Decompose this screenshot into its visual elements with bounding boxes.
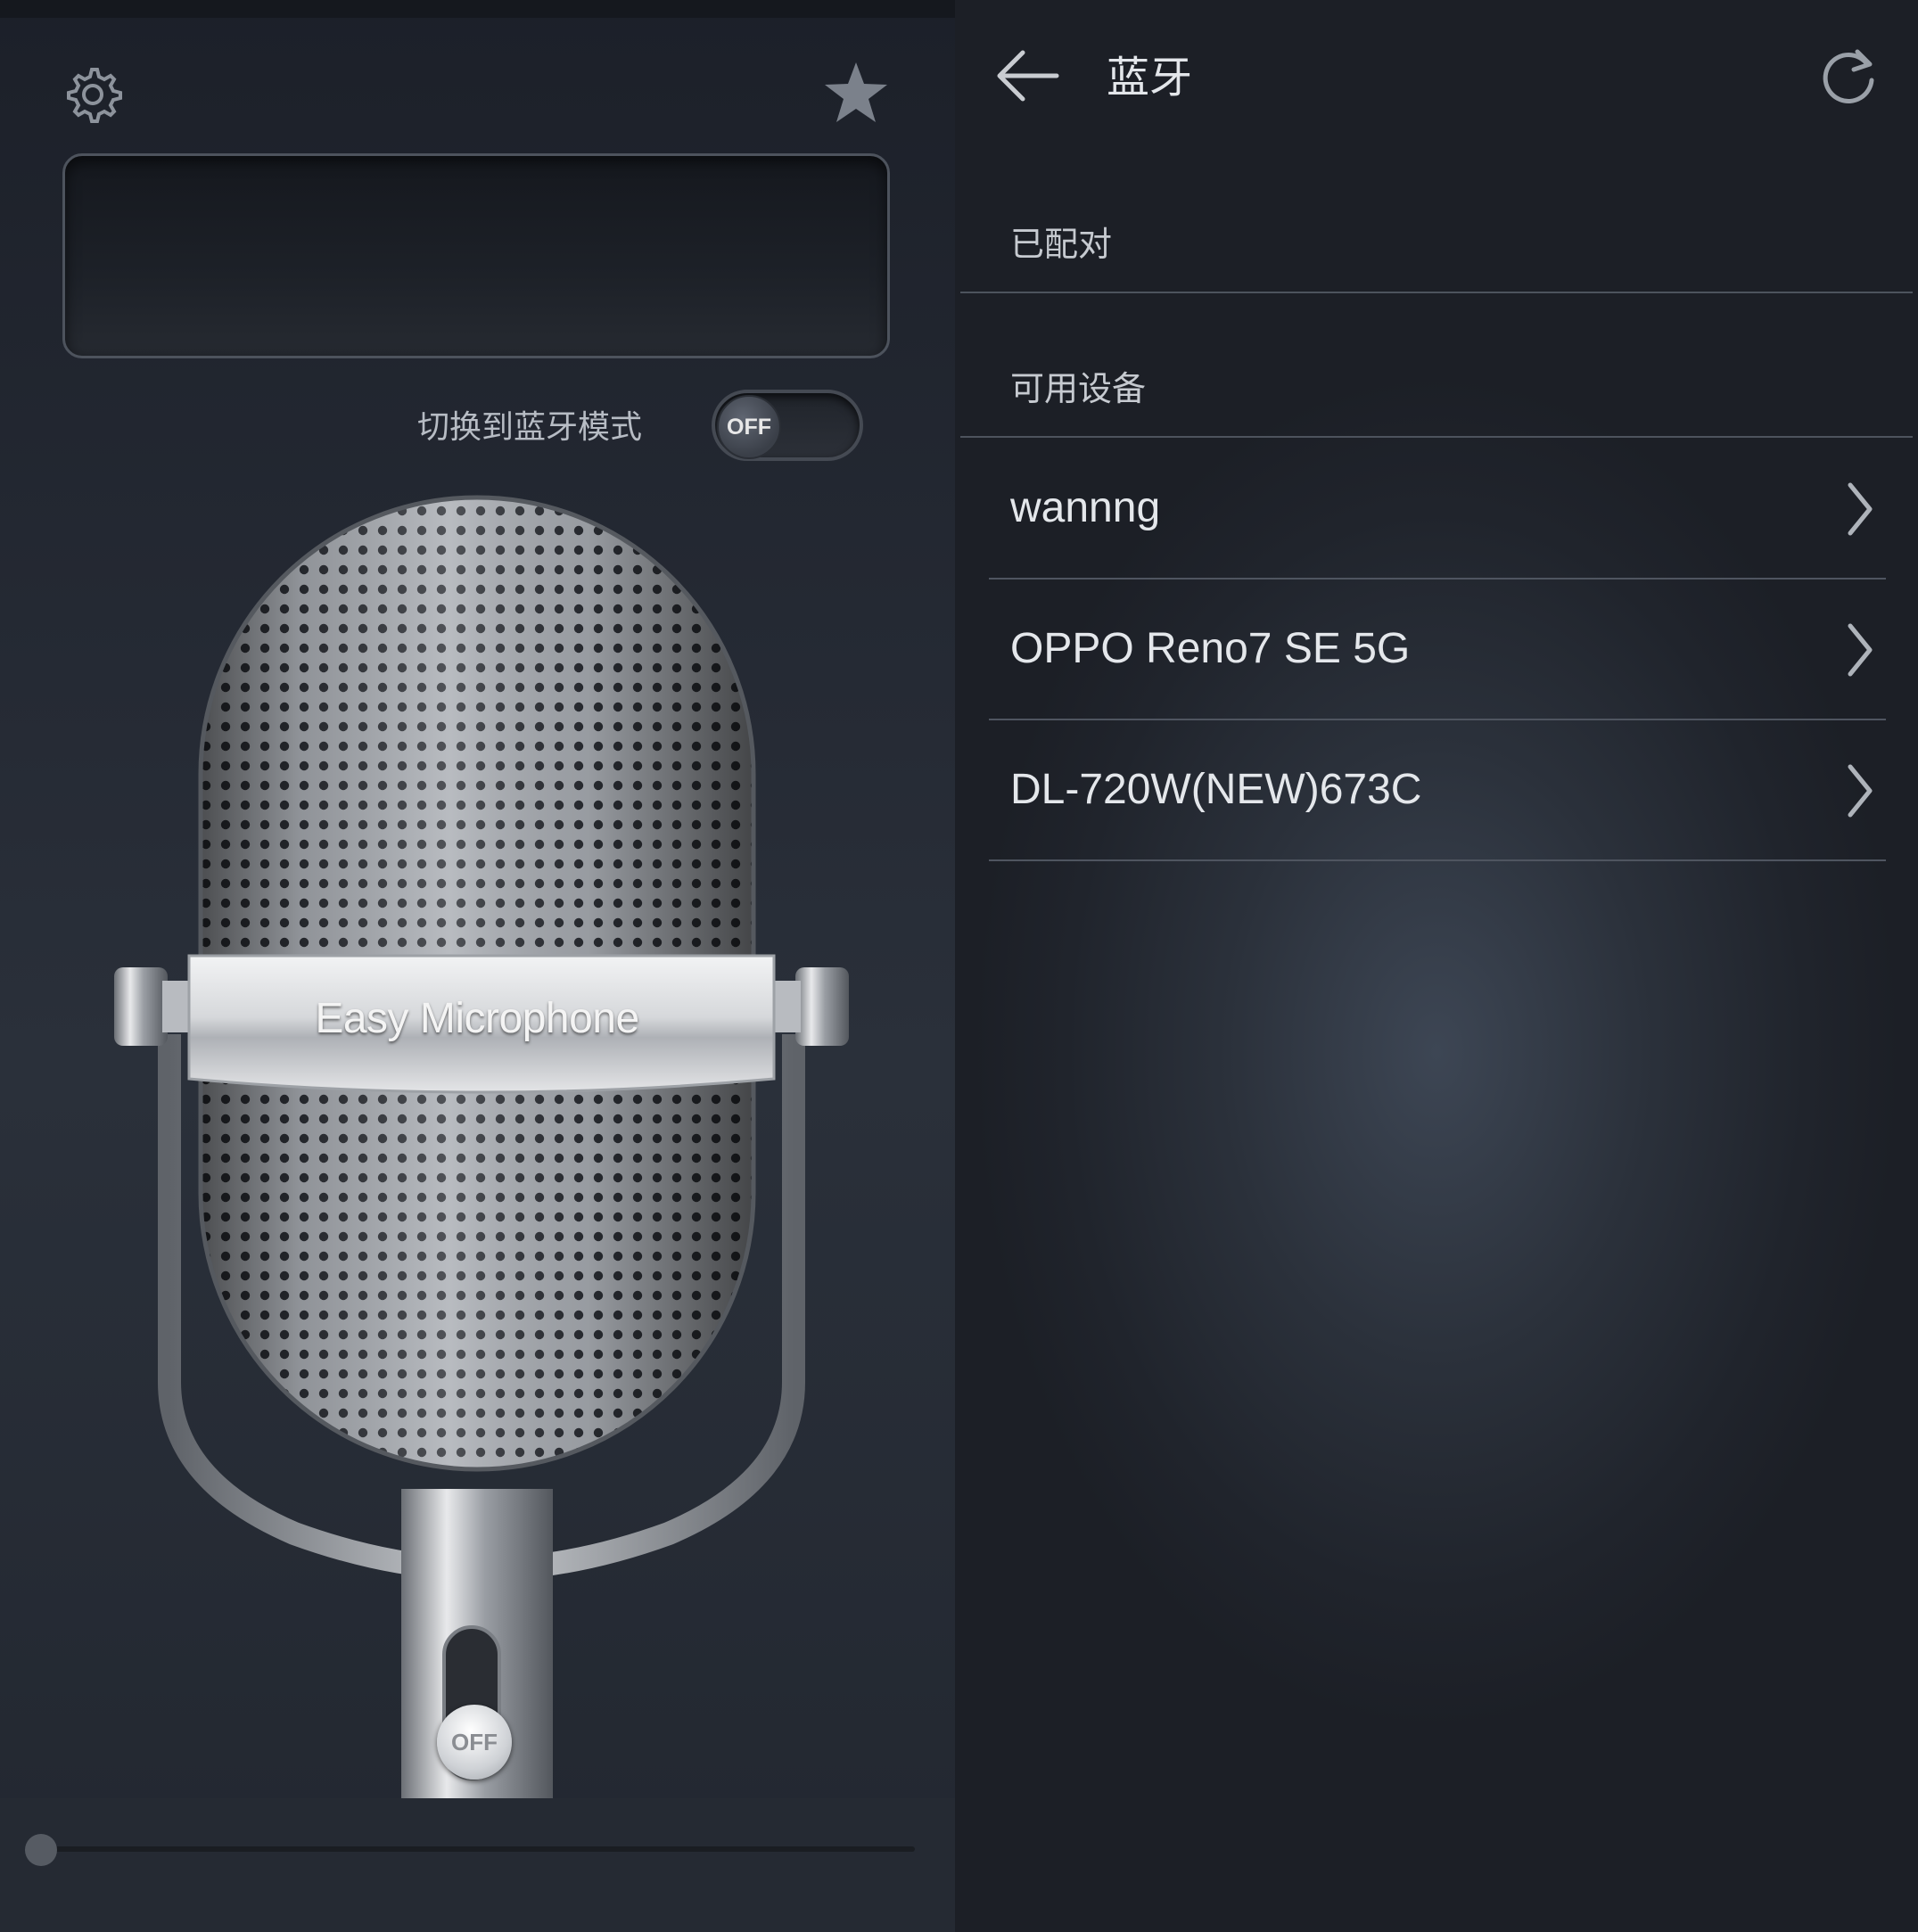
microphone-illustration (114, 495, 849, 1819)
microphone-panel: 切换到蓝牙模式 OFF Easy Microphone OFF (0, 0, 955, 1932)
device-name: wannng (1010, 484, 1161, 531)
chevron-right-icon (1848, 482, 1873, 536)
device-row-dl-720w[interactable]: DL-720W(NEW)673C (989, 720, 1886, 861)
level-display (62, 153, 890, 358)
chevron-right-icon (1848, 764, 1873, 818)
status-strip (0, 0, 955, 18)
available-section-title: 可用设备 (1010, 369, 1147, 408)
bluetooth-panel: 蓝牙 已配对 可用设备 wannng OPPO Reno7 SE 5G DL-7… (955, 0, 1918, 1932)
section-divider (960, 436, 1913, 438)
star-icon[interactable] (822, 59, 890, 127)
arrow-left-icon[interactable] (991, 45, 1062, 107)
refresh-icon[interactable] (1818, 45, 1881, 107)
microphone-power-switch[interactable]: OFF (437, 1705, 512, 1780)
volume-slider-thumb[interactable] (25, 1834, 57, 1866)
volume-slider-track[interactable] (41, 1846, 915, 1852)
device-name: DL-720W(NEW)673C (1010, 766, 1422, 813)
bluetooth-mode-toggle[interactable]: OFF (712, 390, 863, 461)
section-divider (960, 292, 1913, 293)
gear-icon[interactable] (62, 64, 123, 125)
row-divider (989, 859, 1886, 861)
device-name: OPPO Reno7 SE 5G (1010, 625, 1411, 672)
volume-bar (0, 1798, 955, 1932)
device-row-oppo-reno7[interactable]: OPPO Reno7 SE 5G (989, 580, 1886, 720)
paired-section-title: 已配对 (1010, 225, 1113, 264)
toggle-knob: OFF (717, 395, 781, 459)
bluetooth-mode-label: 切换到蓝牙模式 (416, 409, 642, 446)
device-row-wannng[interactable]: wannng (989, 439, 1886, 580)
chevron-right-icon (1848, 623, 1873, 677)
brand-label: Easy Microphone (315, 995, 639, 1042)
page-title: 蓝牙 (1107, 53, 1193, 103)
